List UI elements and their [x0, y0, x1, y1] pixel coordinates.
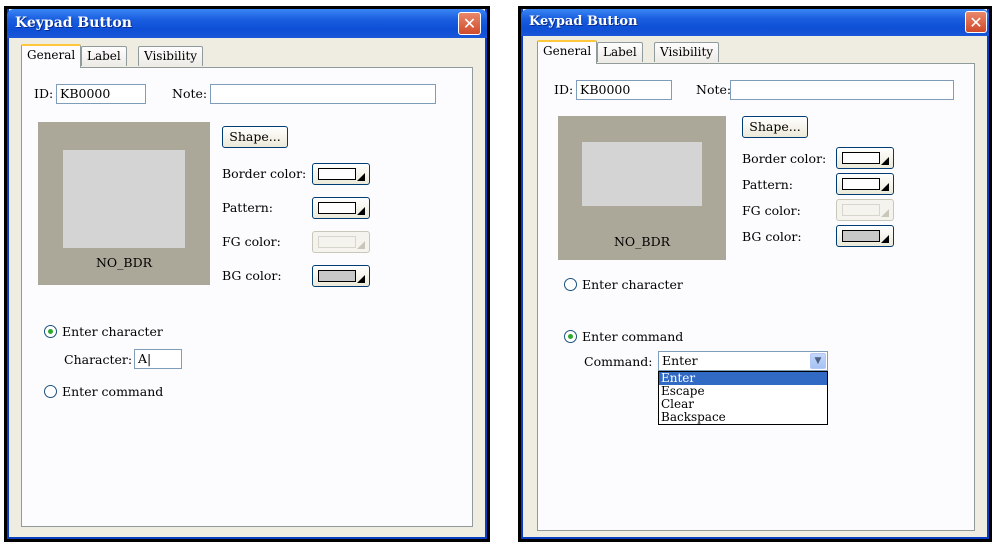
keypad-button-dialog: Keypad Button ✕ General Label Visibility… — [521, 9, 989, 539]
fg-color-picker — [312, 231, 370, 253]
close-icon[interactable]: ✕ — [458, 12, 481, 35]
left-screenshot: Keypad Button ✕ General Label Visibility… — [4, 6, 490, 542]
border-color-picker[interactable] — [312, 163, 370, 185]
enter-character-label: Enter character — [582, 277, 683, 292]
tab-general[interactable]: General — [537, 40, 598, 64]
radio-unselected-icon — [44, 385, 57, 398]
pattern-swatch — [842, 178, 880, 190]
preview-caption: NO_BDR — [95, 255, 153, 270]
general-panel: ID: KB0000 Note: NO_BDR Shape... Border … — [21, 67, 473, 527]
id-label: ID: — [554, 82, 574, 97]
pattern-label: Pattern: — [742, 177, 793, 192]
radio-selected-icon — [44, 325, 57, 338]
dropdown-arrow-icon — [881, 235, 889, 243]
preview-face — [63, 150, 185, 248]
enter-command-radio[interactable]: Enter command — [564, 329, 683, 344]
command-label: Command: — [584, 354, 653, 369]
right-screenshot: Keypad Button ✕ General Label Visibility… — [518, 6, 992, 542]
button-preview: NO_BDR — [558, 116, 726, 260]
fg-color-label: FG color: — [222, 234, 281, 249]
enter-character-label: Enter character — [62, 324, 163, 339]
enter-character-radio[interactable]: Enter character — [44, 324, 163, 339]
dialog-title: Keypad Button — [15, 15, 132, 31]
note-label: Note: — [696, 82, 732, 97]
chevron-down-icon[interactable]: ▼ — [810, 353, 826, 369]
bg-color-swatch — [318, 270, 356, 282]
dropdown-arrow-icon — [357, 207, 365, 215]
command-option-backspace[interactable]: Backspace — [659, 411, 827, 424]
id-field[interactable]: KB0000 — [56, 84, 146, 104]
tab-label[interactable]: Label — [597, 42, 643, 62]
keypad-button-dialog: Keypad Button ✕ General Label Visibility… — [7, 9, 487, 539]
dropdown-arrow-icon — [357, 173, 365, 181]
id-field[interactable]: KB0000 — [576, 80, 672, 100]
preview-caption: NO_BDR — [613, 234, 671, 249]
tab-visibility[interactable]: Visibility — [654, 42, 720, 62]
border-color-swatch — [318, 168, 356, 180]
note-label: Note: — [172, 86, 208, 101]
dropdown-arrow-icon — [881, 183, 889, 191]
bg-color-picker[interactable] — [836, 225, 894, 247]
close-icon[interactable]: ✕ — [965, 11, 987, 33]
border-color-swatch — [842, 152, 880, 164]
fg-color-swatch — [318, 236, 356, 248]
character-field[interactable]: A| — [134, 349, 182, 369]
border-color-picker[interactable] — [836, 147, 894, 169]
pattern-label: Pattern: — [222, 200, 273, 215]
bg-color-label: BG color: — [742, 229, 802, 244]
preview-face — [582, 142, 702, 206]
fg-color-picker — [836, 199, 894, 221]
radio-unselected-icon — [564, 278, 577, 291]
bg-color-label: BG color: — [222, 268, 282, 283]
dropdown-arrow-icon — [881, 157, 889, 165]
bg-color-swatch — [842, 230, 880, 242]
general-panel: ID: KB0000 Note: NO_BDR Shape... Border … — [537, 63, 975, 531]
pattern-picker[interactable] — [836, 173, 894, 195]
enter-command-label: Enter command — [62, 384, 164, 399]
border-color-label: Border color: — [222, 166, 307, 181]
enter-command-radio[interactable]: Enter command — [44, 384, 163, 399]
dropdown-arrow-icon — [881, 209, 889, 217]
id-label: ID: — [34, 86, 54, 101]
command-select-value: Enter — [662, 353, 698, 368]
tab-visibility[interactable]: Visibility — [138, 46, 204, 66]
button-preview: NO_BDR — [38, 122, 210, 285]
title-bar[interactable]: Keypad Button ✕ — [521, 9, 989, 36]
pattern-picker[interactable] — [312, 197, 370, 219]
command-dropdown-list: Enter Escape Clear Backspace — [658, 371, 828, 425]
fg-color-swatch — [842, 204, 880, 216]
enter-command-label: Enter command — [582, 329, 684, 344]
enter-character-radio[interactable]: Enter character — [564, 277, 683, 292]
tab-general[interactable]: General — [21, 44, 82, 68]
character-label: Character: — [64, 352, 133, 367]
shape-button[interactable]: Shape... — [222, 126, 288, 148]
pattern-swatch — [318, 202, 356, 214]
title-bar[interactable]: Keypad Button ✕ — [7, 9, 487, 38]
dropdown-arrow-icon — [357, 275, 365, 283]
dialog-title: Keypad Button — [529, 14, 638, 29]
note-field[interactable] — [730, 80, 954, 100]
note-field[interactable] — [210, 84, 436, 104]
command-select[interactable]: Enter ▼ — [658, 351, 828, 371]
radio-selected-icon — [564, 330, 577, 343]
border-color-label: Border color: — [742, 151, 827, 166]
bg-color-picker[interactable] — [312, 265, 370, 287]
shape-button[interactable]: Shape... — [742, 116, 808, 138]
dropdown-arrow-icon — [357, 241, 365, 249]
tab-label[interactable]: Label — [81, 46, 127, 66]
fg-color-label: FG color: — [742, 203, 801, 218]
